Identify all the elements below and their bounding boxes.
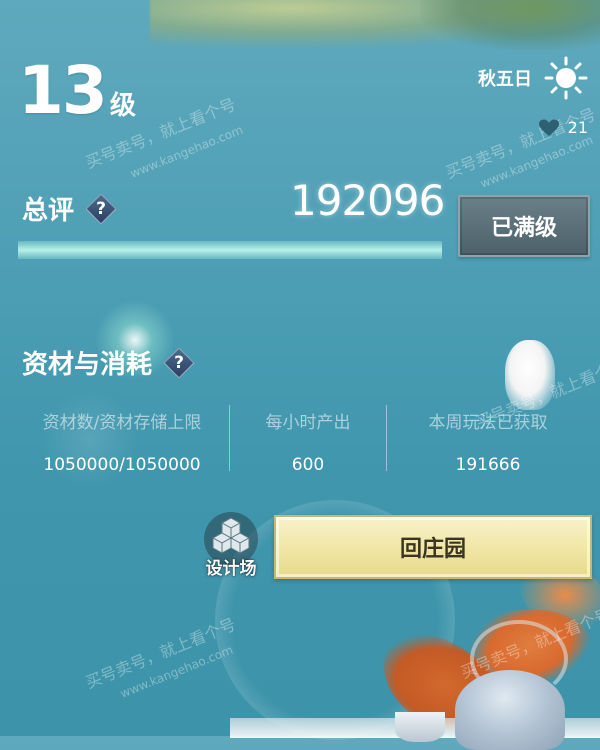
return-manor-button[interactable]: 回庄园	[274, 515, 592, 579]
level-number: 13	[18, 52, 108, 129]
rating-progress-fill	[18, 241, 442, 259]
rating-progress-bar	[18, 241, 442, 259]
help-icon[interactable]: ?	[163, 346, 195, 379]
stat-value: 1050000/1050000	[43, 455, 201, 475]
stat-divider	[386, 405, 387, 471]
sun-icon	[544, 56, 588, 100]
stat-value: 191666	[455, 455, 521, 475]
level-display: 13 级	[18, 58, 136, 124]
favor-count: 21	[567, 118, 588, 137]
watermark: 买号卖号，就上看个号	[442, 104, 599, 183]
watermark-url: www.kangehao.com	[128, 122, 245, 181]
stat-label: 资材数/资材存储上限	[42, 413, 202, 433]
watermark: 买号卖号，就上看个号	[82, 614, 239, 693]
watermark-url: www.kangehao.com	[478, 132, 595, 191]
teacup-decoration	[395, 712, 445, 742]
watermark-url: www.kangehao.com	[118, 642, 235, 701]
resources-section-title: 资材与消耗 ?	[22, 344, 195, 381]
heart-icon	[538, 119, 560, 137]
lantern-decoration	[505, 340, 555, 410]
stat-capacity: 资材数/资材存储上限 1050000/1050000	[22, 408, 222, 475]
favor-counter: 21	[538, 118, 588, 137]
top-leaves-decoration-2	[420, 0, 600, 50]
stat-weekly-obtained: 本周玩法已获取 191666	[392, 408, 584, 475]
rating-section-title: 总评 ?	[22, 190, 117, 227]
level-unit: 级	[109, 91, 136, 121]
stat-divider	[229, 405, 230, 471]
help-icon[interactable]: ?	[85, 192, 117, 225]
stat-value: 600	[291, 455, 325, 475]
stat-label: 每小时产出	[265, 413, 351, 433]
season-day: 秋五日	[478, 69, 532, 90]
stat-label: 本周玩法已获取	[428, 413, 548, 433]
resources-title: 资材与消耗	[22, 350, 153, 380]
max-level-button[interactable]: 已满级	[458, 195, 590, 257]
rating-score: 192096	[290, 176, 445, 225]
teapot-decoration	[455, 670, 565, 750]
rating-title: 总评	[22, 196, 75, 226]
design-field-label: 设计场	[205, 559, 257, 579]
stat-hourly-output: 每小时产出 600	[232, 408, 384, 475]
design-field-button[interactable]: 设计场	[198, 512, 264, 579]
weather-date: 秋五日	[478, 56, 588, 100]
